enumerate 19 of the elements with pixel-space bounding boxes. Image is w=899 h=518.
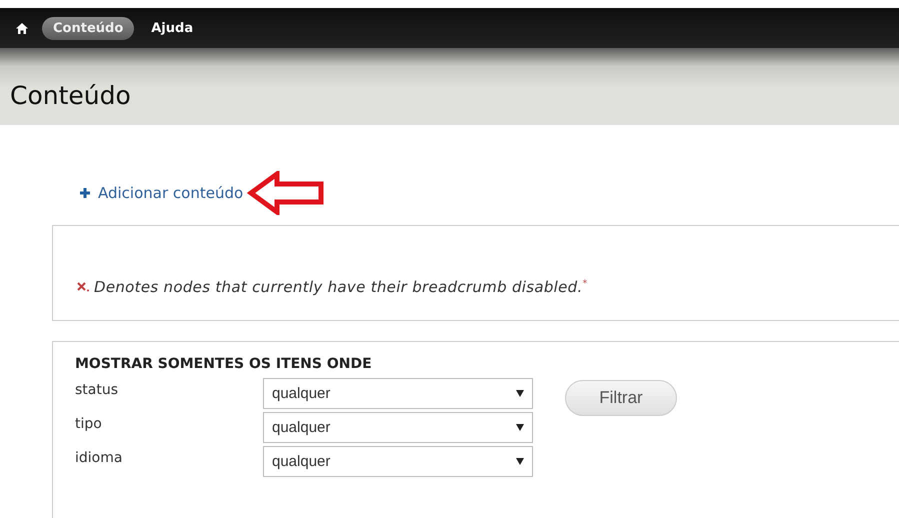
filter-label: idioma <box>75 450 124 466</box>
filter-label: status <box>75 382 120 398</box>
toolbar-tab[interactable]: Conteúdo <box>42 16 134 40</box>
select-field[interactable]: qualquer <box>263 378 533 409</box>
home-icon[interactable] <box>16 22 28 34</box>
filter-label: tipo <box>75 416 103 432</box>
page-title: Conteúdo <box>10 81 131 110</box>
filter-legend: MOSTRAR SOMENTES OS ITENS ONDE <box>75 356 899 372</box>
add-content-link[interactable]: Adicionar conteúdo <box>80 184 244 202</box>
select-field[interactable]: qualquer <box>263 446 533 477</box>
note-text: Denotes nodes that currently have their breadcrumb disabled.$^{*}$ <box>94 278 588 296</box>
dropdown-arrow-icon <box>516 458 524 465</box>
cross-icon <box>77 282 89 292</box>
dropdown-arrow-icon <box>516 424 524 431</box>
plus-icon <box>80 188 90 198</box>
select-field[interactable]: qualquer <box>263 412 533 443</box>
toolbar-tab[interactable]: Ajuda <box>140 16 204 40</box>
dropdown-arrow-icon <box>516 390 524 397</box>
filter-button[interactable]: Filtrar <box>565 380 677 416</box>
